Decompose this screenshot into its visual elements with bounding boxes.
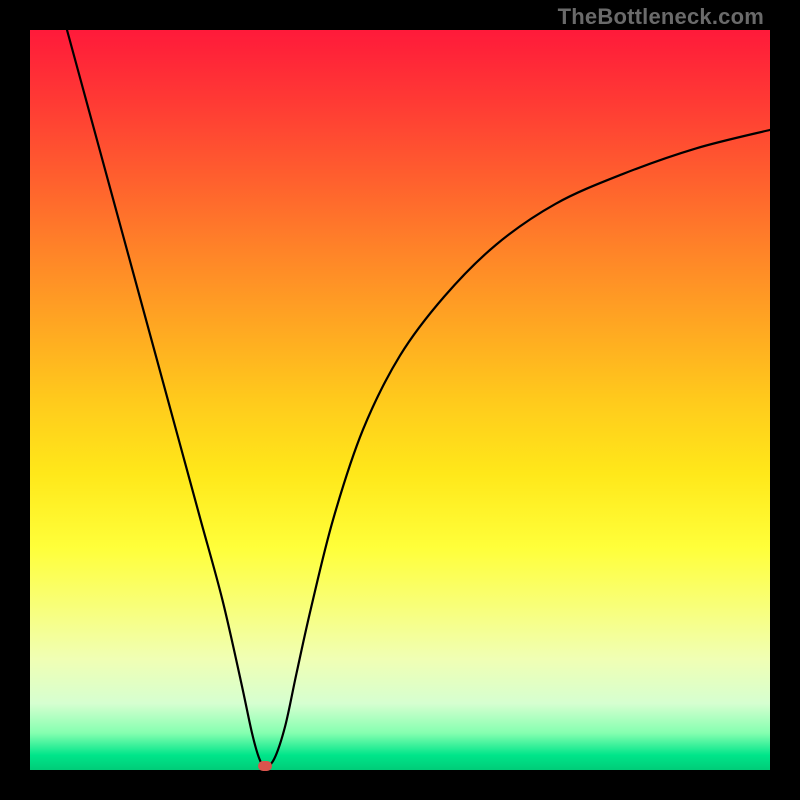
- watermark-text: TheBottleneck.com: [558, 4, 764, 30]
- optimal-point-marker: [258, 761, 272, 771]
- plot-area: [30, 30, 770, 770]
- chart-frame: TheBottleneck.com: [0, 0, 800, 800]
- curve-svg: [30, 30, 770, 770]
- bottleneck-curve-path: [67, 30, 770, 766]
